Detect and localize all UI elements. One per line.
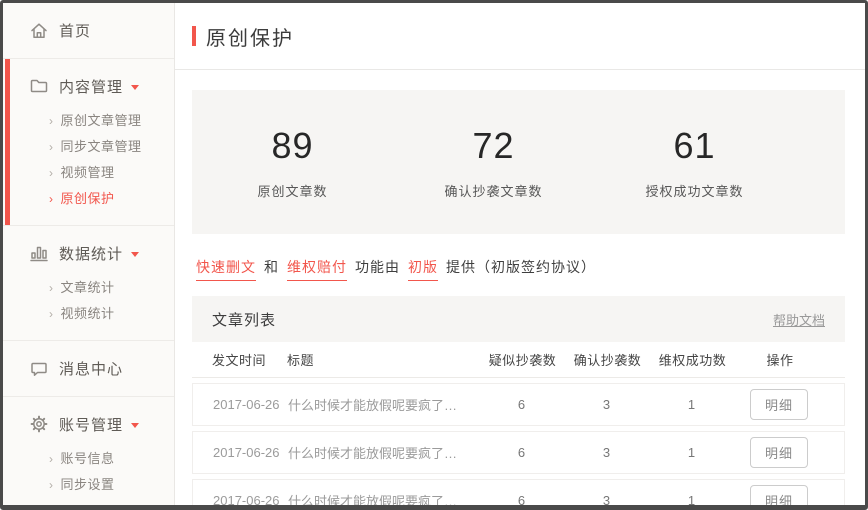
provider-notice: 快速删文和维权赔付功能由初版提供（初版签约协议） [192,257,845,281]
sidebar-group-label: 内容管理 [59,76,123,97]
cell-publish-time: 2017-06-26 [213,445,288,460]
cell-suspected-count: 6 [479,445,564,460]
cell-suspected-count: 6 [479,493,564,505]
chevron-down-icon [131,252,139,257]
main-content: 原创保护 89 原创文章数 72 确认抄袭文章数 61 授权成功文章数 快速删文… [175,3,865,505]
stat-label: 授权成功文章数 [594,181,795,200]
page-header: 原创保护 [175,3,865,70]
column-suspected-count: 疑似抄袭数 [480,350,565,369]
detail-button[interactable]: 明细 [750,437,808,468]
sidebar-group-stats-header[interactable]: 数据统计 [3,239,174,267]
chevron-right-icon: › [49,452,54,466]
page-title: 原创保护 [206,22,294,51]
bar-chart-icon [29,243,49,263]
chevron-down-icon [131,85,139,90]
cell-confirmed-count: 3 [564,493,649,505]
folder-icon [29,76,49,96]
sidebar-item-original-article-mgmt[interactable]: ›原创文章管理 [3,108,174,134]
sidebar-group-account-header[interactable]: 账号管理 [3,410,174,438]
cell-article-title: 什么时候才能放假呢要疯了真是... [288,443,479,462]
app-window: 首页 内容管理 ›原创文章管理 ›同步文章管理 ›视频管理 ›原创保护 [0,0,868,510]
sidebar-group-stats: 数据统计 ›文章统计 ›视频统计 [3,226,174,340]
sidebar-item-sync-settings[interactable]: ›同步设置 [3,472,174,498]
main-inner: 89 原创文章数 72 确认抄袭文章数 61 授权成功文章数 快速删文和维权赔付… [175,90,865,505]
sidebar-item-home[interactable]: 首页 [3,3,174,58]
chevron-right-icon: › [49,478,54,492]
title-accent-bar [192,26,196,46]
sidebar-submenu-content: ›原创文章管理 ›同步文章管理 ›视频管理 ›原创保护 [3,108,174,212]
provider-link[interactable]: 初版 [408,257,438,281]
sidebar-group-content: 内容管理 ›原创文章管理 ›同步文章管理 ›视频管理 ›原创保护 [3,59,174,225]
stat-label: 确认抄袭文章数 [393,181,594,200]
sidebar-group-label: 账号管理 [59,414,123,435]
table-row: 2017-06-26 什么时候才能放假呢要疯了真是... 6 3 1 明细 [192,479,845,505]
help-doc-link[interactable]: 帮助文档 [773,310,825,329]
article-list-card: 文章列表 帮助文档 发文时间 标题 疑似抄袭数 确认抄袭数 维权成功数 操作 2… [192,296,845,505]
sidebar-submenu-stats: ›文章统计 ›视频统计 [3,275,174,327]
chevron-right-icon: › [49,140,54,154]
sidebar-group-content-header[interactable]: 内容管理 [3,72,174,100]
table-row: 2017-06-26 什么时候才能放假呢要疯了真是... 6 3 1 明细 [192,431,845,474]
sidebar-group-account: 账号管理 ›账号信息 ›同步设置 [3,397,174,505]
stat-label: 原创文章数 [192,181,393,200]
cell-suspected-count: 6 [479,397,564,412]
chevron-right-icon: › [49,307,54,321]
stat-authorized-success: 61 授权成功文章数 [594,125,795,200]
table-row: 2017-06-26 什么时候才能放假呢要疯了真是... 6 3 1 明细 [192,383,845,426]
active-group-indicator [5,59,10,225]
cell-confirmed-count: 3 [564,397,649,412]
cell-won-count: 1 [649,445,734,460]
stat-confirmed-plagiarism: 72 确认抄袭文章数 [393,125,594,200]
sidebar-item-message-center[interactable]: 消息中心 [3,341,174,396]
sidebar-item-label: 首页 [59,20,91,41]
table-column-headers: 发文时间 标题 疑似抄袭数 确认抄袭数 维权成功数 操作 [192,342,845,378]
chevron-right-icon: › [49,166,54,180]
sidebar-item-video-stats[interactable]: ›视频统计 [3,301,174,327]
notice-text: 提供（初版签约协议） [446,259,596,275]
cell-article-title: 什么时候才能放假呢要疯了真是... [288,491,479,505]
cell-article-title: 什么时候才能放假呢要疯了真是... [288,395,479,414]
sidebar-item-original-protection[interactable]: ›原创保护 [3,186,174,212]
quick-delete-link[interactable]: 快速删文 [196,257,256,281]
article-list-header: 文章列表 帮助文档 [192,296,845,342]
sidebar-item-account-info[interactable]: ›账号信息 [3,446,174,472]
chevron-down-icon [131,423,139,428]
chevron-right-icon: › [49,192,54,206]
sidebar-item-label: 消息中心 [59,358,123,379]
stat-value: 61 [594,125,795,167]
sidebar: 首页 内容管理 ›原创文章管理 ›同步文章管理 ›视频管理 ›原创保护 [3,3,175,505]
notice-text: 功能由 [355,259,400,275]
article-list-title: 文章列表 [212,309,276,330]
cell-publish-time: 2017-06-26 [213,397,288,412]
column-confirmed-count: 确认抄袭数 [565,350,650,369]
cell-publish-time: 2017-06-26 [213,493,288,505]
home-icon [29,21,49,41]
detail-button[interactable]: 明细 [750,389,808,420]
stat-value: 89 [192,125,393,167]
message-icon [29,359,49,379]
column-action: 操作 [735,350,825,369]
cell-won-count: 1 [649,493,734,505]
sidebar-item-sync-article-mgmt[interactable]: ›同步文章管理 [3,134,174,160]
notice-text: 和 [264,259,279,275]
sidebar-item-video-mgmt[interactable]: ›视频管理 [3,160,174,186]
cell-confirmed-count: 3 [564,445,649,460]
stat-original-articles: 89 原创文章数 [192,125,393,200]
sidebar-group-label: 数据统计 [59,243,123,264]
chevron-right-icon: › [49,281,54,295]
compensation-link[interactable]: 维权赔付 [287,257,347,281]
chevron-right-icon: › [49,114,54,128]
sidebar-item-article-stats[interactable]: ›文章统计 [3,275,174,301]
column-won-count: 维权成功数 [650,350,735,369]
column-title: 标题 [287,350,480,369]
stats-card: 89 原创文章数 72 确认抄袭文章数 61 授权成功文章数 [192,90,845,234]
stat-value: 72 [393,125,594,167]
cell-won-count: 1 [649,397,734,412]
detail-button[interactable]: 明细 [750,485,808,505]
column-publish-time: 发文时间 [212,350,287,369]
gear-icon [29,414,49,434]
sidebar-submenu-account: ›账号信息 ›同步设置 [3,446,174,498]
